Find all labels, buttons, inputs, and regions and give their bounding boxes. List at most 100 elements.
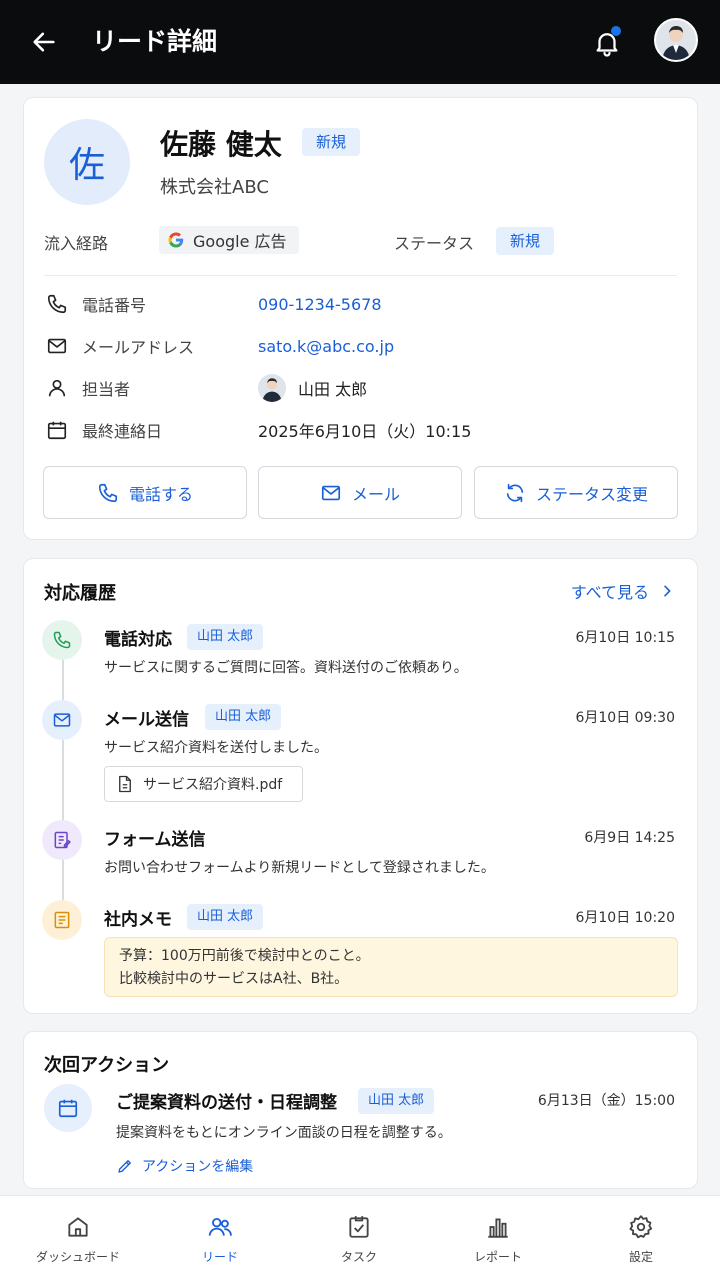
mail-icon bbox=[44, 333, 70, 359]
history-owner-badge: 山田 太郎 bbox=[187, 624, 264, 650]
nav-label: タスク bbox=[340, 1250, 377, 1264]
history-owner-badge: 山田 太郎 bbox=[205, 704, 282, 730]
last-contact-label: 最終連絡日 bbox=[82, 422, 163, 441]
gear-icon bbox=[629, 1215, 653, 1239]
memo-box: 予算：100万円前後で検討中とのこと。 比較検討中のサービスはA社、B社。 bbox=[104, 937, 678, 997]
history-item-title: 社内メモ bbox=[104, 910, 172, 930]
nav-label: 設定 bbox=[628, 1250, 653, 1264]
next-action-card: 次回アクション ご提案資料の送付・日程調整 山田 太郎 6月13日（金）15:0… bbox=[23, 1031, 698, 1189]
bottom-navigation: ダッシュボード リード タスク レポート 設定 bbox=[0, 1195, 720, 1279]
nav-settings[interactable]: 設定 bbox=[569, 1196, 713, 1279]
change-status-label: ステータス変更 bbox=[535, 484, 648, 504]
lead-avatar: 佐 bbox=[44, 119, 130, 205]
history-item-title: 電話対応 bbox=[104, 630, 172, 650]
google-icon bbox=[168, 232, 184, 248]
phone-icon bbox=[44, 291, 70, 317]
people-icon bbox=[208, 1217, 232, 1236]
lead-profile-card: 佐 佐藤 健太 新規 株式会社ABC 流入経路 Google 広告 ステータス … bbox=[23, 97, 698, 540]
divider bbox=[44, 275, 677, 276]
owner-name: 山田 太郎 bbox=[298, 380, 368, 399]
email-row: メールアドレス sato.k@abc.co.jp bbox=[44, 331, 674, 361]
phone-label: 電話番号 bbox=[82, 296, 147, 315]
next-action-task: ご提案資料の送付・日程調整 bbox=[116, 1093, 337, 1113]
memo-line: 予算：100万円前後で検討中とのこと。 bbox=[119, 948, 370, 964]
source-value: Google 広告 bbox=[193, 232, 287, 251]
nav-dashboard[interactable]: ダッシュボード bbox=[6, 1196, 150, 1279]
chart-icon bbox=[488, 1218, 508, 1238]
source-label: 流入経路 bbox=[44, 234, 109, 253]
mail-history-icon bbox=[42, 700, 82, 740]
attachment-name: サービス紹介資料.pdf bbox=[143, 777, 283, 793]
back-button[interactable] bbox=[26, 24, 62, 60]
change-status-button[interactable]: ステータス変更 bbox=[474, 466, 678, 519]
last-contact-value: 2025年6月10日（火）10:15 bbox=[258, 422, 472, 441]
call-history-icon bbox=[42, 620, 82, 660]
nav-label: リード bbox=[201, 1250, 238, 1264]
history-item-time: 6月10日 10:15 bbox=[575, 630, 675, 646]
lead-name: 佐藤 健太 bbox=[160, 128, 282, 161]
notification-button[interactable] bbox=[588, 24, 626, 62]
refresh-icon bbox=[506, 483, 524, 502]
history-item-title: メール送信 bbox=[104, 710, 189, 730]
back-arrow-icon bbox=[33, 32, 55, 52]
phone-row: 電話番号 090-1234-5678 bbox=[44, 289, 674, 319]
memo-line: 比較検討中のサービスはA社、B社。 bbox=[119, 971, 349, 987]
nav-tasks[interactable]: タスク bbox=[287, 1196, 431, 1279]
call-button-label: 電話する bbox=[128, 484, 193, 504]
source-chip: Google 広告 bbox=[159, 226, 299, 254]
history-item-time: 6月10日 09:30 bbox=[575, 710, 675, 726]
owner-label: 担当者 bbox=[82, 380, 131, 399]
next-action-time: 6月13日（金）15:00 bbox=[537, 1093, 675, 1109]
nav-label: ダッシュボード bbox=[35, 1250, 120, 1264]
edit-action-link[interactable]: アクションを編集 bbox=[116, 1156, 253, 1176]
calendar-icon bbox=[44, 417, 70, 443]
calendar-icon bbox=[44, 1084, 92, 1132]
top-app-bar: リード詳細 bbox=[0, 0, 720, 84]
nav-reports[interactable]: レポート bbox=[426, 1196, 570, 1279]
nav-leads[interactable]: リード bbox=[148, 1196, 292, 1279]
home-icon bbox=[68, 1217, 88, 1237]
notification-dot bbox=[611, 26, 621, 36]
next-action-desc: 提案資料をもとにオンライン面談の日程を調整する。 bbox=[116, 1125, 452, 1141]
person-icon bbox=[44, 375, 70, 401]
attachment-chip[interactable]: サービス紹介資料.pdf bbox=[104, 766, 303, 802]
history-card: 対応履歴 すべて見る 電話対応 山田 太郎 6月10日 10:15 サービスに関… bbox=[23, 558, 698, 1014]
last-contact-row: 最終連絡日 2025年6月10日（火）10:15 bbox=[44, 415, 674, 445]
company-name: 株式会社ABC bbox=[160, 177, 269, 198]
phone-link[interactable]: 090-1234-5678 bbox=[258, 295, 382, 314]
phone-icon bbox=[98, 483, 118, 502]
see-all-link[interactable]: すべて見る bbox=[571, 579, 675, 603]
call-button[interactable]: 電話する bbox=[43, 466, 247, 519]
history-title: 対応履歴 bbox=[44, 583, 116, 604]
chevron-right-icon bbox=[664, 585, 671, 597]
status-label: ステータス bbox=[394, 234, 475, 253]
next-action-owner-badge: 山田 太郎 bbox=[358, 1088, 435, 1114]
email-link[interactable]: sato.k@abc.co.jp bbox=[258, 337, 394, 356]
page-title: リード詳細 bbox=[92, 27, 218, 56]
nav-label: レポート bbox=[473, 1250, 522, 1264]
mail-icon bbox=[321, 485, 341, 500]
email-label: メールアドレス bbox=[82, 338, 195, 357]
history-owner-badge: 山田 太郎 bbox=[187, 904, 264, 930]
next-action-title: 次回アクション bbox=[44, 1055, 170, 1076]
pencil-icon bbox=[118, 1160, 131, 1173]
see-all-label: すべて見る bbox=[570, 583, 649, 602]
status-value-badge: 新規 bbox=[496, 227, 555, 255]
user-avatar[interactable] bbox=[654, 18, 698, 62]
document-icon bbox=[119, 775, 131, 793]
user-photo-icon bbox=[656, 20, 696, 60]
task-icon bbox=[349, 1216, 369, 1238]
history-item-desc: サービス紹介資料を送付しました。 bbox=[104, 740, 328, 756]
history-item-desc: お問い合わせフォームより新規リードとして登録されました。 bbox=[104, 860, 495, 876]
lead-status-badge: 新規 bbox=[302, 128, 361, 156]
form-history-icon bbox=[42, 820, 82, 860]
owner-avatar bbox=[258, 374, 286, 402]
history-item-time: 6月9日 14:25 bbox=[584, 830, 675, 846]
mail-button[interactable]: メール bbox=[258, 466, 462, 519]
memo-history-icon bbox=[42, 900, 82, 940]
history-item-time: 6月10日 10:20 bbox=[575, 910, 675, 926]
mail-button-label: メール bbox=[351, 484, 400, 504]
edit-action-label: アクションを編集 bbox=[142, 1159, 254, 1175]
owner-row: 担当者 山田 太郎 bbox=[44, 373, 674, 403]
history-item-desc: サービスに関するご質問に回答。資料送付のご依頼あり。 bbox=[104, 660, 468, 676]
